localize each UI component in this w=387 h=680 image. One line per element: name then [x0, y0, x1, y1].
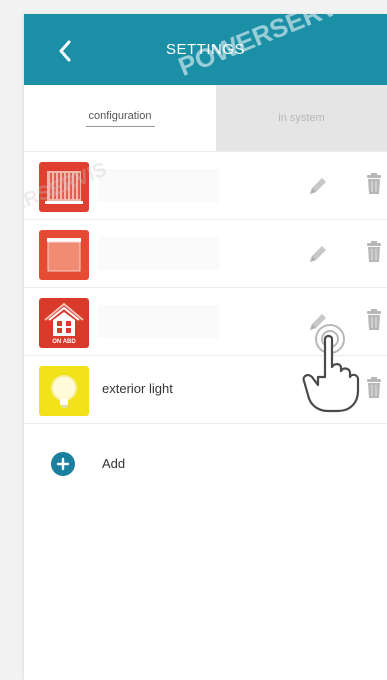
app-header: SETTINGS: [24, 14, 387, 85]
shutter-icon: [39, 162, 89, 212]
house-icon: ON ABD: [39, 298, 89, 348]
tab-in-system-label: in system: [278, 112, 325, 124]
app-screen: SETTINGS configuration in system ON ABD …: [24, 14, 387, 680]
back-button[interactable]: [52, 36, 78, 66]
light-bulb-icon: [39, 366, 89, 416]
list-item[interactable]: [24, 219, 387, 287]
device-name-field: [98, 305, 220, 338]
device-name-field: [98, 169, 220, 202]
trash-icon[interactable]: [366, 241, 382, 263]
hand-pointer-icon: [302, 324, 360, 413]
tab-bar: configuration in system: [24, 85, 387, 151]
trash-icon[interactable]: [366, 173, 382, 195]
tab-configuration[interactable]: configuration: [24, 85, 216, 151]
pencil-icon[interactable]: [307, 175, 329, 197]
trash-icon[interactable]: [366, 309, 382, 331]
list-item[interactable]: [24, 151, 387, 219]
page-title: SETTINGS: [165, 41, 245, 58]
tab-in-system[interactable]: in system: [216, 85, 387, 151]
add-label: Add: [102, 456, 126, 471]
house-badge: ON ABD: [52, 339, 76, 345]
blind-icon: [39, 230, 89, 280]
chevron-left-icon: [59, 40, 71, 62]
device-name-field: [98, 237, 220, 270]
add-device-row[interactable]: Add: [24, 449, 224, 479]
tab-configuration-label: configuration: [85, 110, 155, 127]
plus-icon: [56, 457, 70, 471]
pencil-icon[interactable]: [307, 243, 329, 265]
add-button[interactable]: [51, 452, 75, 476]
device-name: exterior light: [102, 381, 173, 396]
trash-icon[interactable]: [366, 377, 382, 399]
